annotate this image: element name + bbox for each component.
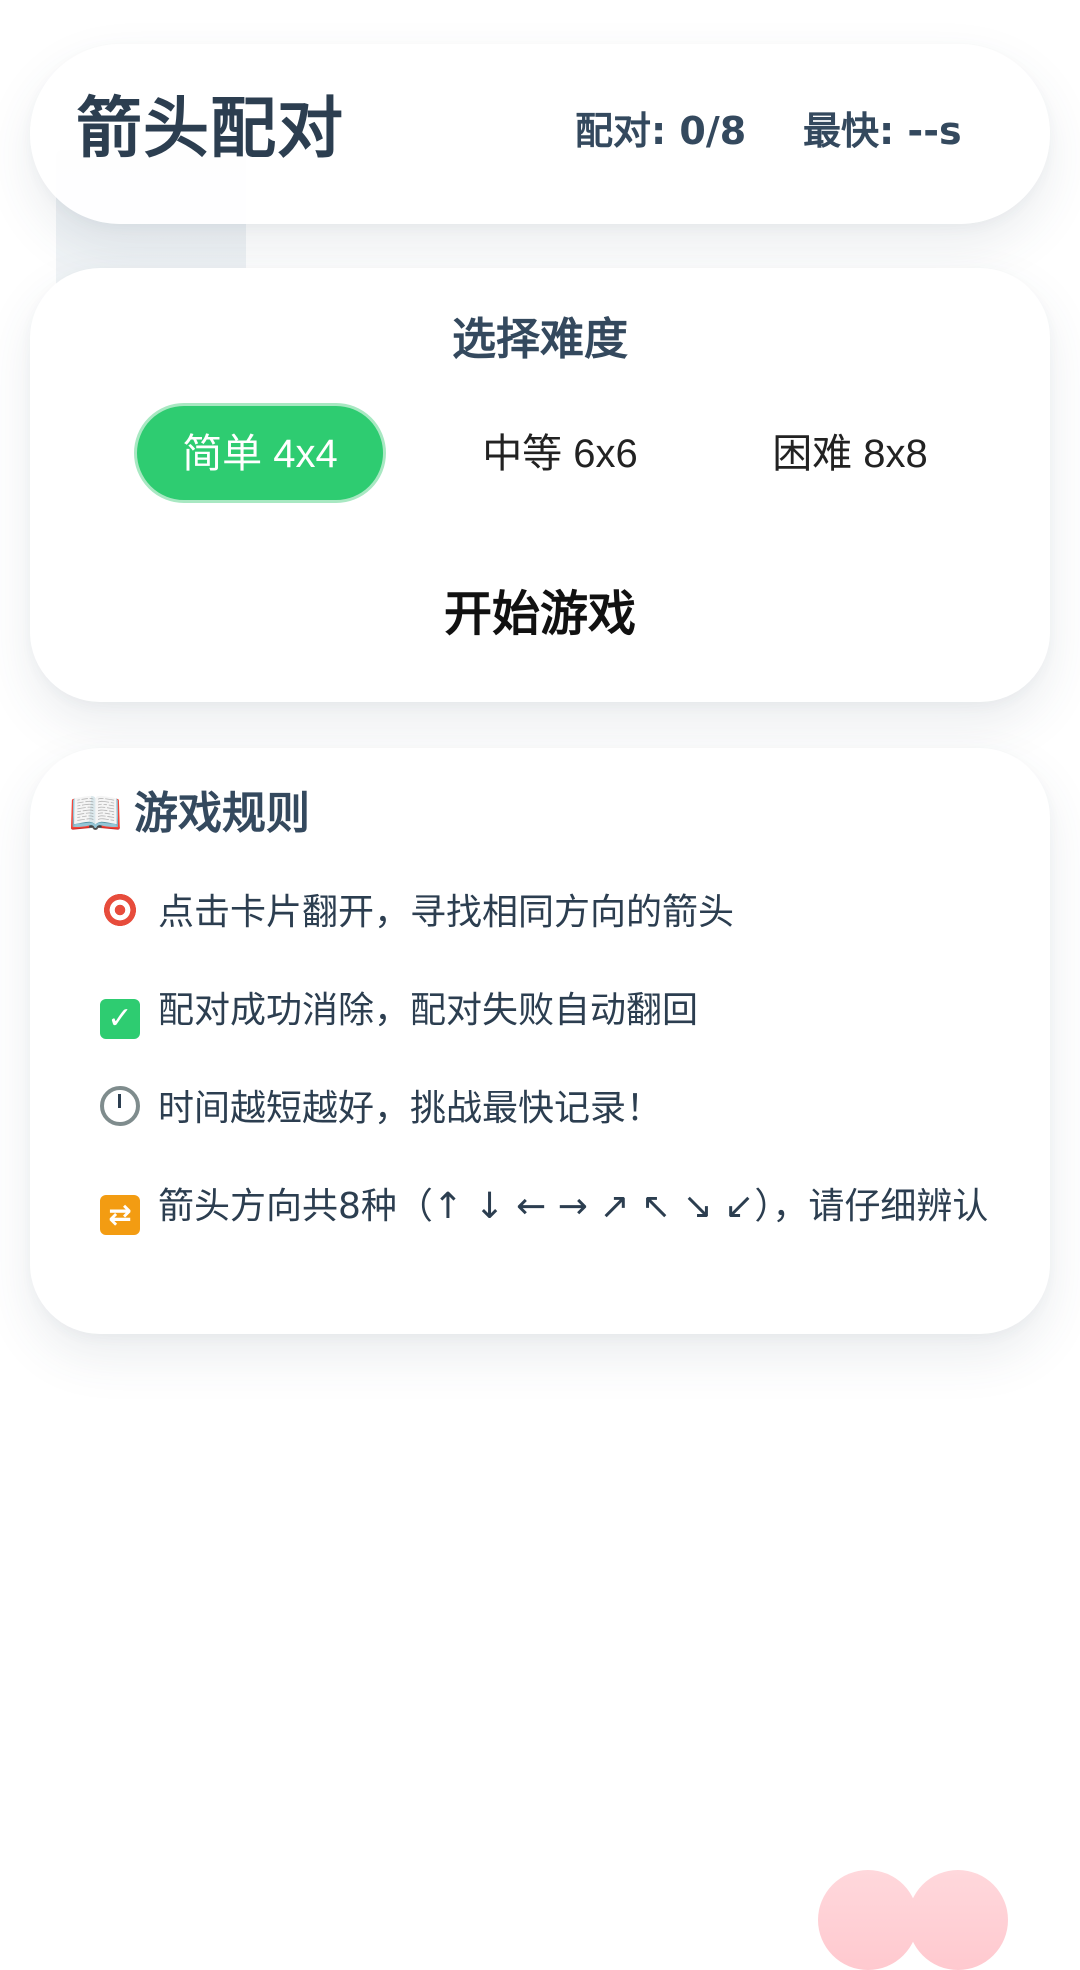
rule-text: 箭头方向共8种（↑ ↓ ← → ↗ ↖ ↘ ↙），请仔细辨认 — [158, 1186, 989, 1227]
best-time: 最快: --s — [803, 109, 962, 153]
book-icon: 📖 — [68, 788, 123, 839]
game-title: 箭头配对 — [76, 90, 344, 167]
rule-item: 点击卡片翻开，寻找相同方向的箭头 — [100, 888, 1000, 938]
rule-text: 配对成功消除，配对失败自动翻回 — [158, 990, 699, 1031]
rule-item: 时间越短越好，挑战最快记录！ — [100, 1084, 1000, 1134]
background-heart-decoration — [818, 1860, 1008, 1970]
difficulty-title: 选择难度 — [452, 314, 628, 365]
difficulty-hard-button[interactable]: 困难 8x8 — [720, 403, 980, 503]
repeat-icon: ⇄ — [100, 1195, 140, 1235]
rules-heading: 📖 游戏规则 — [68, 792, 310, 836]
rules-title: 游戏规则 — [134, 788, 310, 839]
heart-lobe-left — [818, 1870, 918, 1970]
header-bar: 箭头配对 配对: 0/8 最快: --s — [30, 44, 1050, 224]
rule-text: 时间越短越好，挑战最快记录！ — [158, 1088, 663, 1129]
target-icon — [100, 890, 140, 930]
rule-item: ⇄ 箭头方向共8种（↑ ↓ ← → ↗ ↖ ↘ ↙），请仔细辨认 — [100, 1182, 1000, 1235]
heart-lobe-right — [908, 1870, 1008, 1970]
rule-text: 点击卡片翻开，寻找相同方向的箭头 — [158, 892, 735, 933]
stopwatch-icon — [100, 1086, 140, 1126]
difficulty-medium-button[interactable]: 中等 6x6 — [430, 403, 690, 503]
rule-item: ✓ 配对成功消除，配对失败自动翻回 — [100, 986, 1000, 1039]
rules-panel: 📖 游戏规则 点击卡片翻开，寻找相同方向的箭头 ✓ 配对成功消除，配对失败自动翻回 … — [30, 748, 1050, 1334]
pairs-counter: 配对: 0/8 — [575, 109, 747, 153]
difficulty-panel: 选择难度 简单 4x4 中等 6x6 困难 8x8 开始游戏 — [30, 268, 1050, 702]
difficulty-easy-button[interactable]: 简单 4x4 — [134, 403, 386, 503]
check-icon: ✓ — [100, 999, 140, 1039]
start-game-button[interactable]: 开始游戏 — [340, 574, 740, 654]
